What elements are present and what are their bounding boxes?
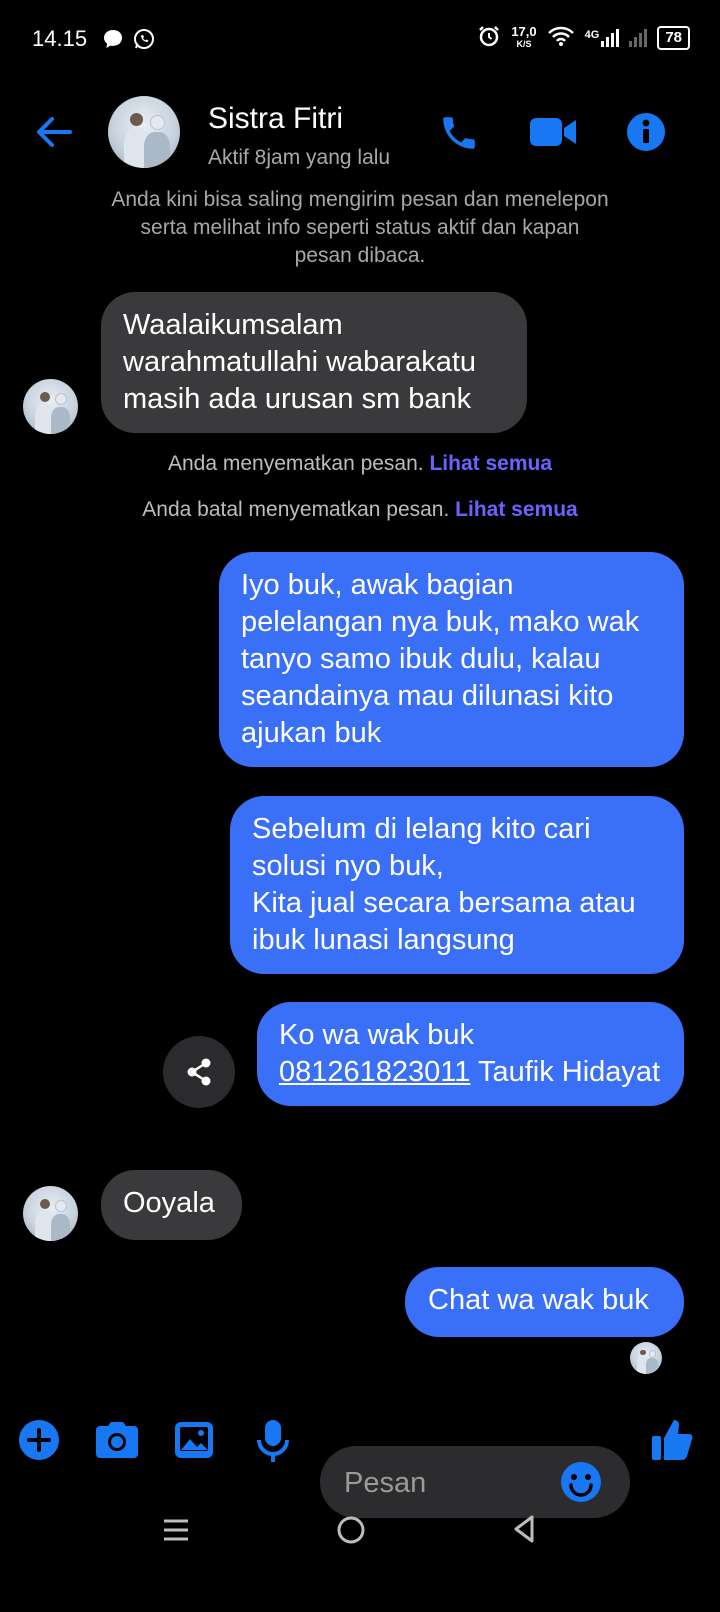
- message-text: Taufik Hidayat: [477, 1056, 661, 1088]
- wifi-icon: [547, 25, 575, 50]
- camera-icon[interactable]: [94, 1420, 140, 1467]
- message-bubble-incoming[interactable]: Ooyala: [101, 1170, 242, 1240]
- system-note: Anda kini bisa saling mengirim pesan dan…: [111, 188, 609, 267]
- message-text: Ooyala: [123, 1187, 215, 1219]
- signal-strength: 4G: [585, 28, 620, 47]
- battery-level: 78: [657, 25, 690, 50]
- see-all-link[interactable]: Lihat semua: [455, 498, 578, 521]
- status-time: 14.15: [32, 26, 88, 51]
- message-text: Waalaikumsalam warahmatullahi wabarakatu…: [123, 309, 477, 415]
- message-text: Iyo buk, awak bagian pelelangan nya buk,…: [241, 569, 640, 749]
- chat-bubble-icon: [102, 28, 124, 55]
- message-text: Chat wa wak buk: [428, 1284, 649, 1316]
- contact-name[interactable]: Sistra Fitri: [208, 102, 343, 136]
- share-icon: [187, 1058, 211, 1086]
- message-text: Sebelum di lelang kito cari solusi nyo b…: [252, 813, 591, 882]
- back-arrow-icon[interactable]: [34, 112, 74, 157]
- status-icons: 17,0 K/S 4G 78: [477, 24, 690, 51]
- message-bubble-outgoing[interactable]: Chat wa wak buk: [405, 1267, 684, 1337]
- message-composer[interactable]: [320, 1446, 630, 1518]
- message-bubble-incoming[interactable]: Waalaikumsalam warahmatullahi wabarakatu…: [101, 292, 527, 433]
- message-input[interactable]: [342, 1460, 556, 1506]
- back-nav-icon[interactable]: [510, 1514, 538, 1549]
- net-speed: 17,0 K/S: [511, 23, 537, 49]
- read-receipt-avatar: [630, 1342, 662, 1374]
- see-all-link[interactable]: Lihat semua: [429, 452, 552, 475]
- message-text: Ko wa wak buk: [279, 1019, 475, 1051]
- message-bubble-outgoing[interactable]: Sebelum di lelang kito cari solusi nyo b…: [230, 796, 684, 974]
- contact-status: Aktif 8jam yang lalu: [208, 146, 391, 169]
- message-text: Kita jual secara bersama atau ibuk lunas…: [252, 887, 636, 956]
- share-button[interactable]: [163, 1036, 235, 1108]
- emoji-icon[interactable]: [560, 1461, 602, 1508]
- image-icon[interactable]: [173, 1420, 215, 1465]
- menu-icon[interactable]: [162, 1516, 190, 1549]
- thumbs-up-icon[interactable]: [650, 1416, 694, 1467]
- whatsapp-icon: [132, 27, 156, 56]
- phone-icon[interactable]: [438, 112, 480, 159]
- video-camera-icon[interactable]: [528, 114, 578, 155]
- message-bubble-outgoing[interactable]: Ko wa wak buk 081261823011 Taufik Hidaya…: [257, 1002, 684, 1106]
- plus-icon[interactable]: [18, 1419, 60, 1466]
- message-bubble-outgoing[interactable]: Iyo buk, awak bagian pelelangan nya buk,…: [219, 552, 684, 767]
- pin-note: Anda menyematkan pesan. Lihat semua: [167, 452, 553, 475]
- microphone-icon[interactable]: [255, 1418, 291, 1469]
- unpin-note: Anda batal menyematkan pesan. Lihat semu…: [142, 498, 578, 521]
- info-icon[interactable]: [626, 112, 666, 157]
- contact-avatar[interactable]: [108, 96, 180, 168]
- phone-number-link[interactable]: 081261823011: [279, 1056, 470, 1088]
- sender-avatar[interactable]: [23, 379, 78, 434]
- sender-avatar[interactable]: [23, 1186, 78, 1241]
- alarm-icon: [477, 24, 501, 51]
- home-icon[interactable]: [336, 1515, 366, 1550]
- signal-strength-sim2: [629, 28, 648, 47]
